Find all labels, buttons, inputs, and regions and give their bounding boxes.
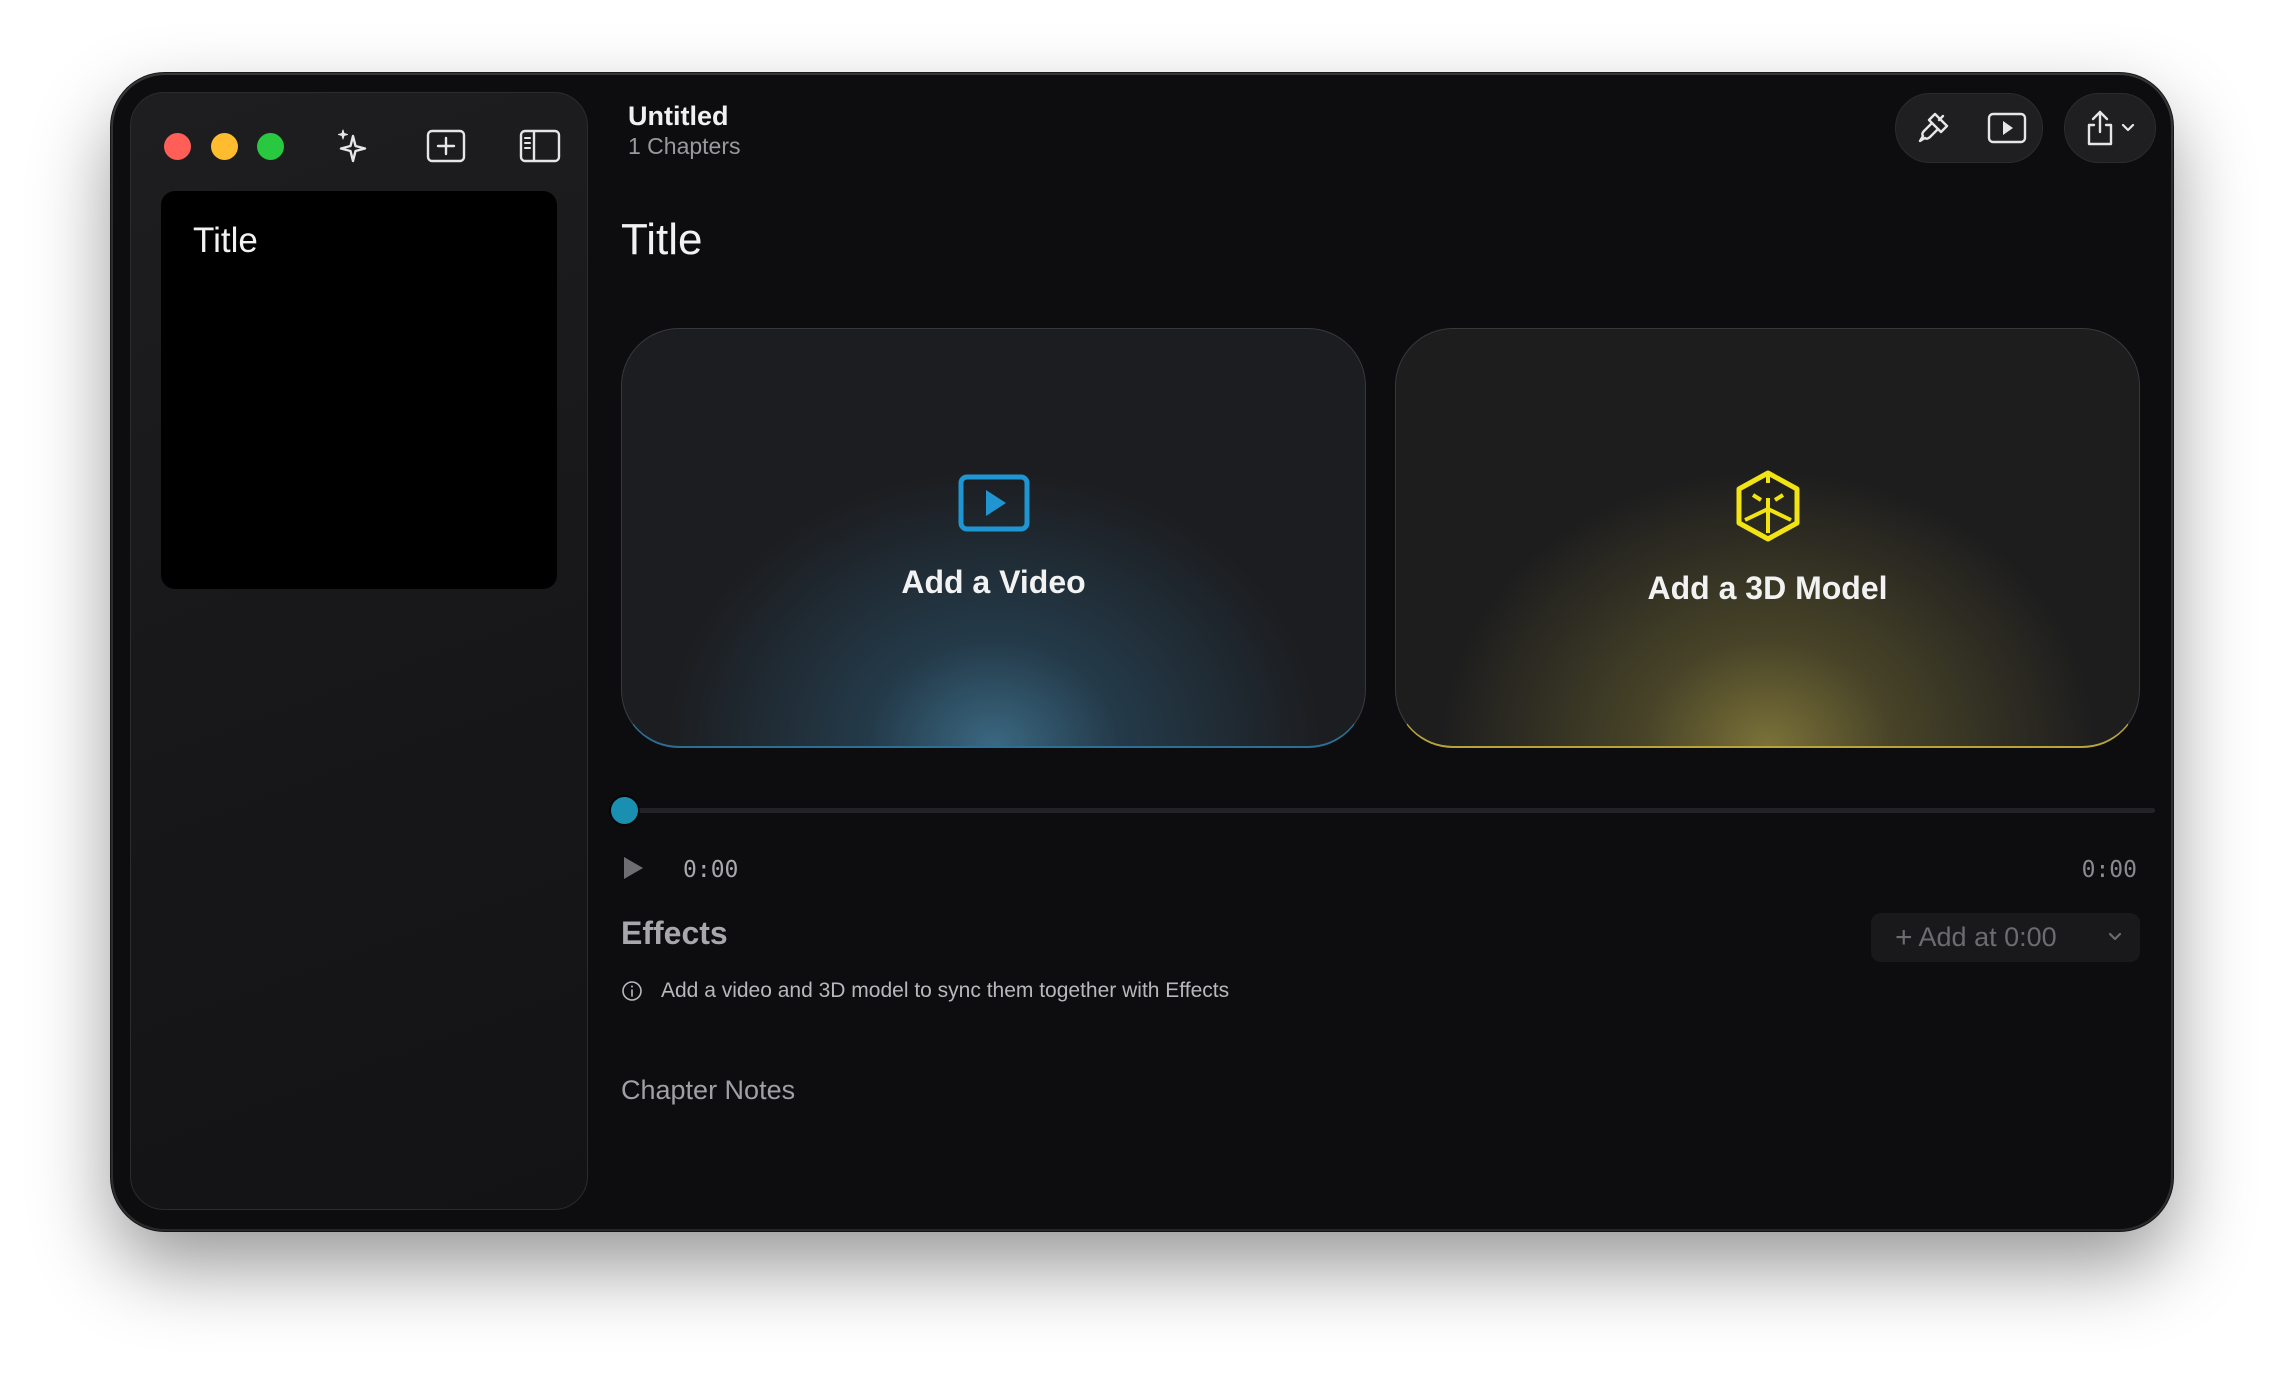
current-time: 0:00 bbox=[683, 857, 739, 883]
effects-info: Add a video and 3D model to sync them to… bbox=[621, 979, 1229, 1003]
preview-play-icon[interactable] bbox=[1970, 94, 2044, 162]
chevron-down-icon bbox=[2121, 123, 2135, 132]
maximize-window-button[interactable] bbox=[257, 133, 284, 160]
sidebar-toggle-icon[interactable] bbox=[519, 127, 561, 165]
share-button[interactable] bbox=[2064, 93, 2156, 163]
info-icon bbox=[622, 981, 642, 1001]
timeline-track[interactable] bbox=[625, 808, 2155, 813]
chapter-notes-heading[interactable]: Chapter Notes bbox=[621, 1075, 795, 1106]
app-window: Title Untitled 1 Chapters Title Add a Vi… bbox=[113, 75, 2171, 1229]
add-effect-button[interactable]: + Add at 0:00 bbox=[1871, 913, 2140, 962]
chapter-thumbnail-title: Title bbox=[193, 221, 258, 260]
end-time: 0:00 bbox=[2081, 857, 2137, 883]
share-icon bbox=[2087, 110, 2113, 146]
add-video-card[interactable]: Add a Video bbox=[621, 328, 1366, 748]
document-title: Untitled bbox=[628, 101, 729, 131]
add-3d-model-card[interactable]: Add a 3D Model bbox=[1395, 328, 2140, 748]
sidebar: Title bbox=[130, 92, 588, 1210]
play-icon[interactable] bbox=[621, 855, 645, 886]
sparkles-icon[interactable] bbox=[333, 127, 375, 165]
paintbrush-icon[interactable] bbox=[1896, 94, 1970, 162]
minimize-window-button[interactable] bbox=[211, 133, 238, 160]
timeline-scrubber[interactable] bbox=[611, 797, 638, 824]
chevron-down-icon bbox=[2108, 932, 2122, 941]
document-subtitle: 1 Chapters bbox=[628, 133, 741, 159]
video-play-icon bbox=[958, 474, 1030, 537]
add-video-label: Add a Video bbox=[901, 564, 1086, 600]
cube-3d-icon bbox=[1733, 469, 1803, 548]
toolbar-pill-group bbox=[1895, 93, 2043, 163]
effects-info-text: Add a video and 3D model to sync them to… bbox=[661, 979, 1230, 1002]
add-effect-label: Add at 0:00 bbox=[1918, 922, 2057, 952]
plus-icon: + bbox=[1895, 920, 1913, 954]
add-3d-model-label: Add a 3D Model bbox=[1647, 570, 1888, 606]
close-window-button[interactable] bbox=[164, 133, 191, 160]
effects-heading: Effects bbox=[621, 915, 728, 951]
chapter-thumbnail[interactable]: Title bbox=[161, 191, 557, 589]
add-chapter-icon[interactable] bbox=[425, 127, 467, 165]
chapter-title[interactable]: Title bbox=[621, 215, 703, 265]
